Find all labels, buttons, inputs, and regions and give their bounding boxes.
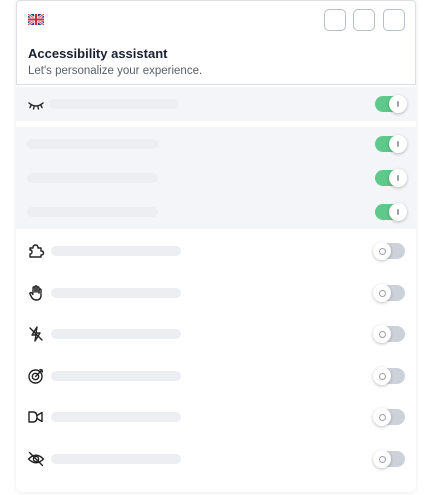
- feature-label-placeholder: [27, 207, 158, 217]
- feature-toggle[interactable]: [375, 203, 407, 221]
- feature-toggle[interactable]: [373, 450, 405, 468]
- feature-row[interactable]: [16, 442, 416, 476]
- feature-row[interactable]: [16, 276, 416, 310]
- feature-row[interactable]: [16, 127, 416, 161]
- feature-toggle[interactable]: [373, 408, 405, 426]
- close-button[interactable]: [383, 9, 405, 31]
- feature-row[interactable]: [16, 234, 416, 268]
- accessibility-panel: Accessibility assistant Let's personaliz…: [16, 0, 416, 492]
- feature-label-placeholder: [51, 329, 181, 339]
- feature-toggle[interactable]: [373, 367, 405, 385]
- feature-row[interactable]: [16, 161, 416, 195]
- hand-icon: [27, 284, 45, 302]
- feature-row[interactable]: [16, 359, 416, 393]
- feature-row[interactable]: [16, 87, 416, 121]
- feature-toggle[interactable]: [373, 325, 405, 343]
- feature-row[interactable]: [16, 400, 416, 434]
- uk-flag-icon[interactable]: [28, 14, 44, 25]
- feature-row[interactable]: [16, 195, 416, 229]
- feature-toggle[interactable]: [373, 284, 405, 302]
- feature-toggle[interactable]: [375, 135, 407, 153]
- top-bar: [16, 0, 416, 40]
- feature-toggle[interactable]: [375, 169, 407, 187]
- feature-row[interactable]: [16, 317, 416, 351]
- feature-label-placeholder: [51, 412, 181, 422]
- page-subtitle: Let's personalize your experience.: [28, 65, 203, 77]
- feature-toggle[interactable]: [375, 95, 407, 113]
- feature-label-placeholder: [51, 288, 181, 298]
- feature-label-placeholder: [51, 454, 181, 464]
- feature-label-placeholder: [51, 246, 181, 256]
- flash-off-icon: [27, 325, 45, 343]
- feature-toggle[interactable]: [373, 242, 405, 260]
- puzzle-icon: [27, 242, 45, 260]
- panel-header: Accessibility assistant Let's personaliz…: [16, 39, 416, 85]
- toolbar-button-1[interactable]: [324, 9, 346, 31]
- feature-label-placeholder: [27, 173, 158, 183]
- feature-label-placeholder: [49, 99, 179, 109]
- feature-label-placeholder: [27, 139, 158, 149]
- toolbar-button-2[interactable]: [353, 9, 375, 31]
- feature-label-placeholder: [51, 371, 181, 381]
- target-icon: [27, 367, 45, 385]
- page-title: Accessibility assistant: [28, 46, 168, 61]
- eye-off-icon: [27, 450, 45, 468]
- video-camera-icon: [27, 408, 45, 426]
- eye-closed-icon: [27, 95, 45, 113]
